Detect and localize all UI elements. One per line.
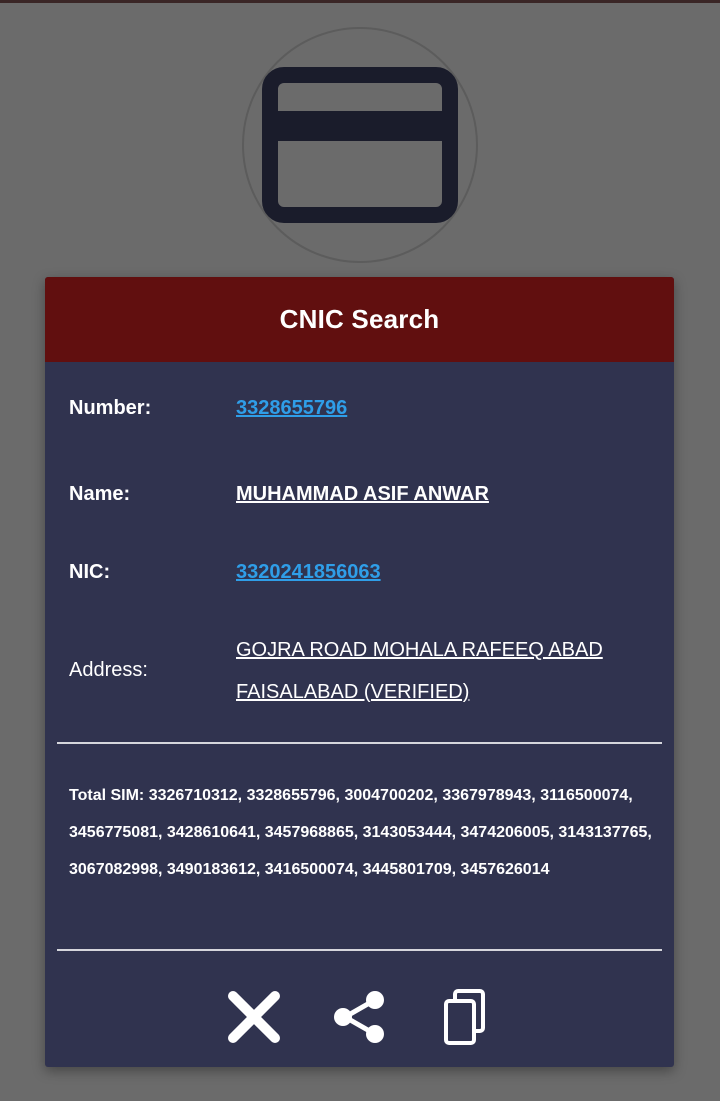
copy-button[interactable] bbox=[437, 988, 495, 1046]
divider-top bbox=[57, 742, 662, 744]
dialog-title: CNIC Search bbox=[279, 304, 440, 334]
nic-label: NIC: bbox=[69, 561, 111, 583]
dialog-header: CNIC Search bbox=[45, 277, 674, 362]
total-sim-text: Total SIM: 3326710312, 3328655796, 30047… bbox=[69, 787, 652, 878]
cnic-search-dialog: CNIC Search Number: 3328655796 Name: MUH… bbox=[45, 277, 674, 1067]
divider-bottom bbox=[57, 949, 662, 951]
close-icon bbox=[227, 991, 280, 1043]
name-label: Name: bbox=[69, 483, 131, 505]
address-value: GOJRA ROAD MOHALA RAFEEQ ABAD FAISALABAD… bbox=[236, 639, 603, 703]
status-bar-edge bbox=[0, 0, 720, 3]
address-label: Address: bbox=[69, 659, 148, 681]
name-value: MUHAMMAD ASIF ANWAR bbox=[236, 483, 489, 505]
close-button[interactable] bbox=[225, 988, 283, 1046]
copy-icon bbox=[443, 989, 485, 1045]
number-label: Number: bbox=[69, 397, 152, 419]
card-icon-badge bbox=[242, 27, 478, 263]
credit-card-icon bbox=[262, 67, 458, 223]
share-icon bbox=[333, 991, 384, 1043]
number-link[interactable]: 3328655796 bbox=[236, 397, 347, 420]
action-bar bbox=[45, 982, 674, 1052]
nic-link[interactable]: 3320241856063 bbox=[236, 561, 381, 584]
share-button[interactable] bbox=[331, 988, 389, 1046]
